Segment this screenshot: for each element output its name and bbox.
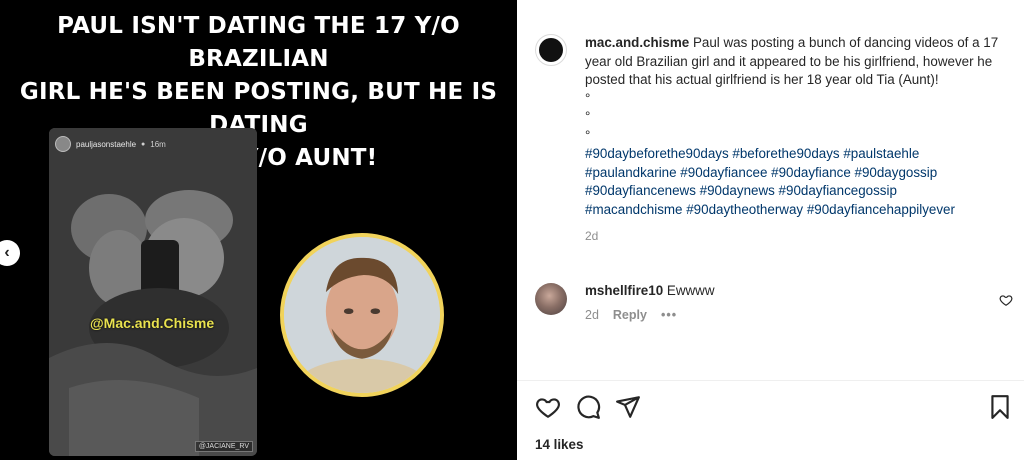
caption-row: mac.and.chisme Paul was posting a bunch … <box>535 34 1005 246</box>
story-avatar <box>55 136 71 152</box>
more-options-icon[interactable]: ••• <box>661 308 677 322</box>
hashtag-line[interactable]: #90daybeforethe90days #beforethe90days #… <box>585 145 1005 164</box>
commenter-avatar[interactable] <box>535 283 567 315</box>
likes-count[interactable]: 14 likes <box>535 437 583 452</box>
share-icon[interactable] <box>615 394 641 420</box>
caption-bullet: ° <box>585 127 591 143</box>
comment-icon[interactable] <box>575 394 601 420</box>
story-watermark: @Mac.and.Chisme <box>90 315 215 331</box>
reply-button[interactable]: Reply <box>613 308 647 322</box>
post-actions <box>535 394 1015 422</box>
comment-body: mshellfire10 Ewwww 2d Reply ••• <box>585 283 999 322</box>
story-screenshot: pauljasonstaehle ● 16m @Mac.and.Chisme @… <box>49 128 257 456</box>
portrait-photo <box>280 233 444 397</box>
caption-bullet: ° <box>585 90 591 106</box>
story-separator: ● <box>141 140 146 148</box>
post-info-panel: mac.and.chisme Paul was posting a bunch … <box>517 0 1024 460</box>
heart-icon[interactable] <box>999 293 1013 307</box>
story-header: pauljasonstaehle ● 16m <box>55 136 166 152</box>
post-age[interactable]: 2d <box>585 227 1005 246</box>
comment-age: 2d <box>585 308 599 322</box>
like-icon[interactable] <box>535 394 561 420</box>
hashtag-line[interactable]: #paulandkarine #90dayfiancee #90dayfianc… <box>585 164 1005 183</box>
comment-meta: 2d Reply ••• <box>585 308 999 322</box>
post-caption: mac.and.chisme Paul was posting a bunch … <box>585 34 1005 246</box>
story-photo <box>49 128 257 456</box>
commenter-username[interactable]: mshellfire10 <box>585 283 663 298</box>
divider <box>517 380 1024 381</box>
caption-bullet: ° <box>585 109 591 124</box>
comment-item: mshellfire10 Ewwww 2d Reply ••• <box>535 283 1013 322</box>
author-username[interactable]: mac.and.chisme <box>585 35 689 50</box>
story-tag: @JACIANE_RV <box>194 441 253 452</box>
bookmark-icon[interactable] <box>987 394 1013 420</box>
portrait-illustration <box>284 237 440 393</box>
author-avatar[interactable] <box>535 34 567 66</box>
comment-text: Ewwww <box>666 283 715 298</box>
post-media[interactable]: PAUL ISN'T DATING THE 17 Y/O BRAZILIAN G… <box>0 0 517 460</box>
author-logo <box>539 38 563 62</box>
story-time: 16m <box>150 139 166 149</box>
hashtag-line[interactable]: #macandchisme #90daytheotherway #90dayfi… <box>585 201 1005 220</box>
hashtag-line[interactable]: #90dayfiancenews #90daynews #90dayfiance… <box>585 182 1005 201</box>
story-username: pauljasonstaehle <box>76 139 137 149</box>
chevron-left-icon[interactable]: ‹ <box>0 240 20 266</box>
